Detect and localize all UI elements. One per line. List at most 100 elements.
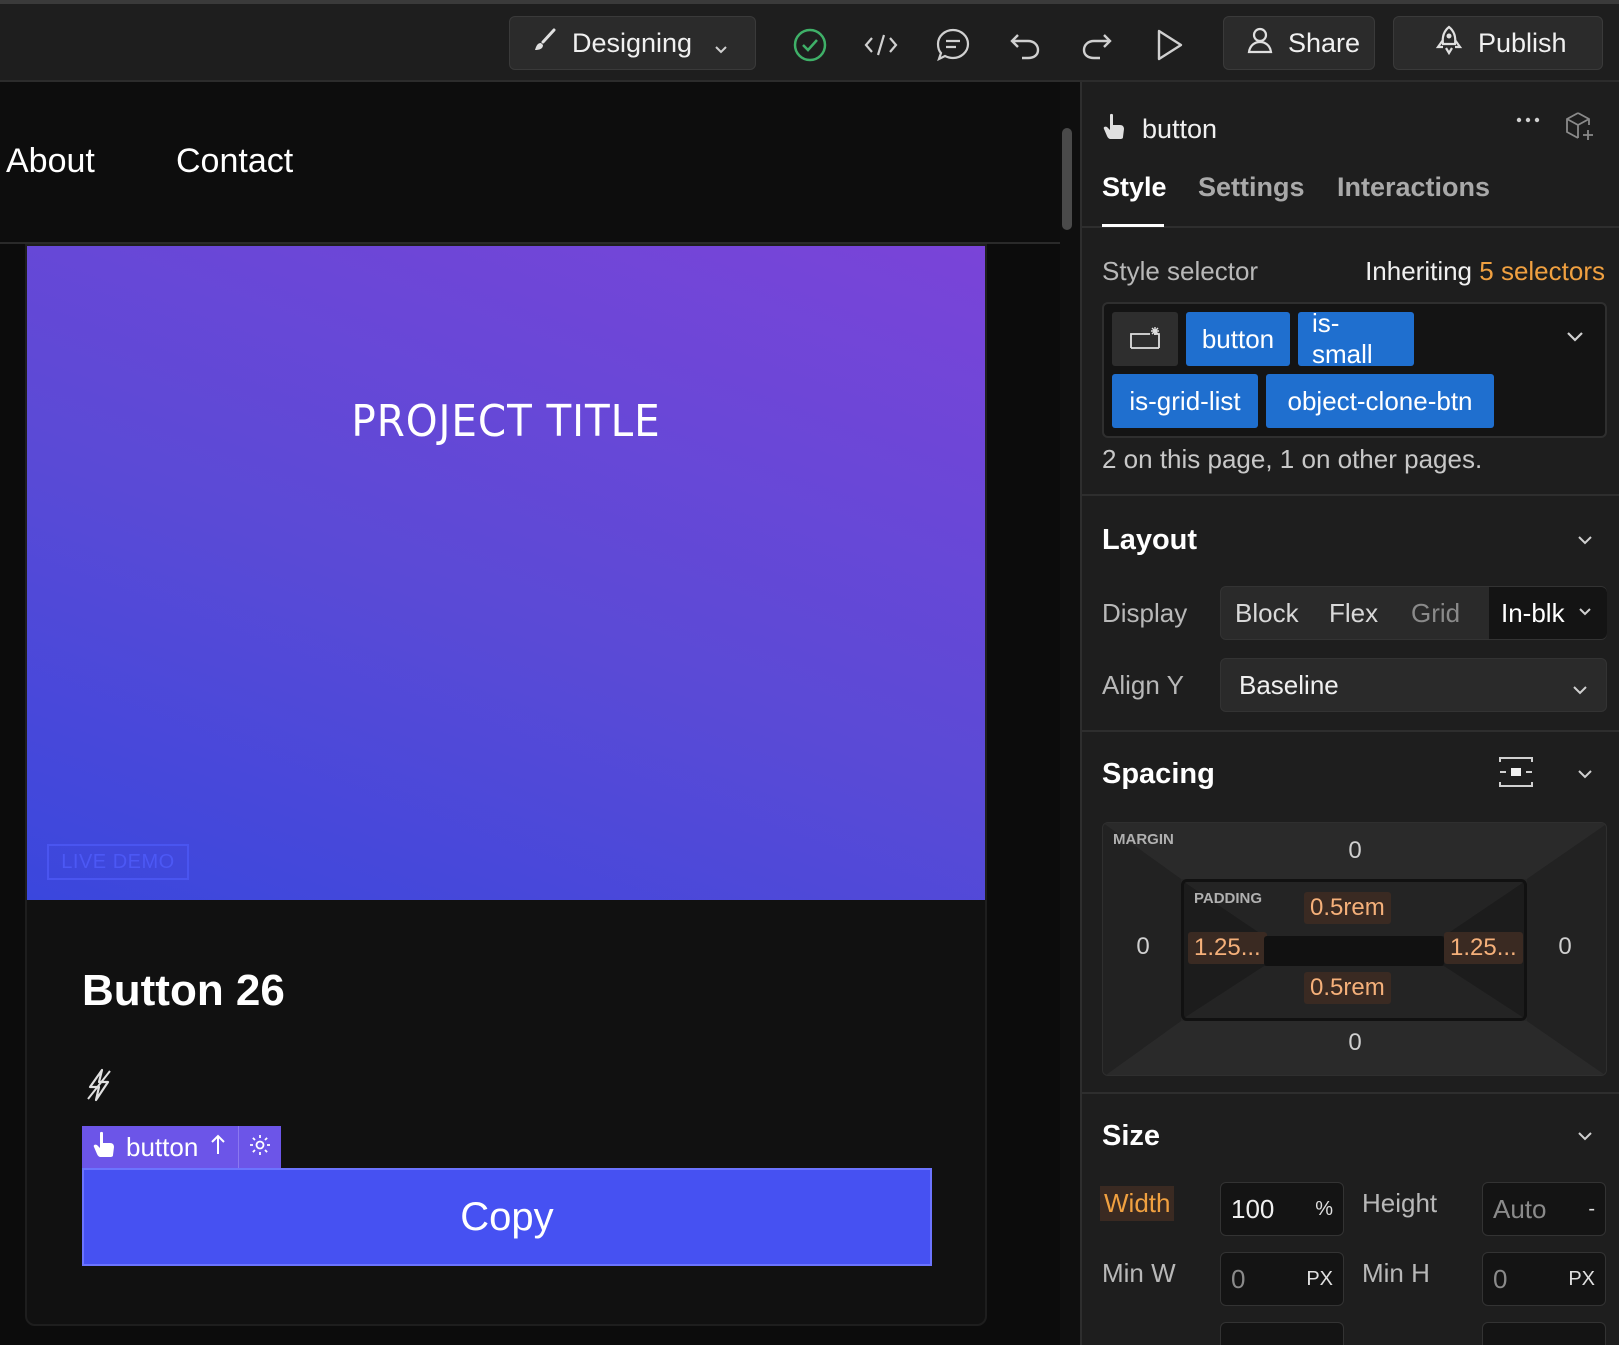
padding-box: PADDING 0.5rem 1.25... 1.25... 0.5rem [1181, 879, 1527, 1021]
selector-chip-button[interactable]: button [1186, 312, 1290, 366]
margin-left[interactable]: 0 [1121, 933, 1165, 961]
align-y-select[interactable]: Baseline [1220, 658, 1607, 712]
margin-bottom[interactable]: 0 [1333, 1029, 1377, 1057]
width-unit[interactable]: % [1315, 1198, 1333, 1221]
selector-chip-is-grid-list[interactable]: is-grid-list [1112, 374, 1258, 428]
share-button[interactable]: Share [1223, 16, 1375, 70]
tab-settings[interactable]: Settings [1198, 172, 1305, 203]
max-height-input-partial[interactable] [1482, 1322, 1606, 1345]
play-icon[interactable] [1150, 26, 1188, 64]
min-height-unit[interactable]: PX [1568, 1268, 1595, 1291]
inheriting-prefix: Inheriting [1365, 256, 1473, 286]
style-selector-box[interactable]: button is-small is-grid-list object-clon… [1102, 302, 1607, 438]
copy-button[interactable]: Copy [82, 1168, 932, 1266]
align-y-value: Baseline [1239, 670, 1339, 700]
spacing-section-title[interactable]: Spacing [1102, 758, 1215, 791]
selected-element-tag[interactable]: button [82, 1126, 282, 1168]
height-input[interactable]: Auto - [1482, 1182, 1606, 1236]
size-section-title[interactable]: Size [1102, 1120, 1160, 1153]
arrow-up-icon[interactable] [208, 1132, 228, 1163]
publish-label: Publish [1478, 27, 1567, 58]
content-box [1264, 936, 1444, 966]
height-unit[interactable]: - [1588, 1198, 1595, 1221]
share-label: Share [1288, 27, 1361, 58]
width-label[interactable]: Width [1100, 1186, 1175, 1221]
redo-icon[interactable] [1078, 26, 1116, 64]
chevron-down-icon[interactable] [1563, 324, 1587, 353]
panel-tabs: Style Settings Interactions [1082, 172, 1619, 228]
inheriting-info[interactable]: Inheriting 5 selectors [1365, 256, 1605, 287]
project-title: PROJECT TITLE [351, 396, 661, 447]
check-circle-icon[interactable] [791, 26, 829, 64]
nav-link-contact[interactable]: Contact [176, 142, 293, 181]
active-tab-indicator [1102, 224, 1164, 227]
spacing-mode-icon[interactable] [1498, 756, 1534, 793]
undo-icon[interactable] [1006, 26, 1044, 64]
tag-main: button [82, 1126, 238, 1168]
inheriting-count[interactable]: 5 selectors [1479, 256, 1605, 286]
min-width-value: 0 [1231, 1264, 1246, 1294]
site-nav: About Contact [0, 82, 1060, 244]
width-value: 100 [1231, 1194, 1275, 1224]
margin-right[interactable]: 0 [1543, 933, 1587, 961]
hero-image[interactable]: PROJECT TITLE LIVE DEMO [27, 246, 985, 900]
selector-chip-object-clone-btn[interactable]: object-clone-btn [1266, 374, 1494, 428]
height-label: Height [1362, 1188, 1438, 1218]
chevron-down-icon[interactable] [1575, 764, 1595, 789]
project-card[interactable]: PROJECT TITLE LIVE DEMO Button 26 button [25, 244, 987, 1326]
divider [1082, 494, 1619, 496]
more-options-icon[interactable] [1512, 108, 1544, 137]
padding-left[interactable]: 1.25... [1188, 932, 1267, 964]
display-option-flex[interactable]: Flex [1329, 598, 1378, 629]
chevron-down-icon[interactable] [1577, 604, 1593, 625]
comment-icon[interactable] [934, 26, 972, 64]
style-selector-label: Style selector [1102, 256, 1259, 286]
min-width-unit[interactable]: PX [1306, 1268, 1333, 1291]
display-label: Display [1102, 598, 1188, 628]
nav-link-about[interactable]: About [6, 142, 95, 181]
align-y-label: Align Y [1102, 670, 1184, 700]
publish-button[interactable]: Publish [1393, 16, 1603, 70]
min-width-input[interactable]: 0 PX [1220, 1252, 1344, 1306]
selector-state-icon[interactable] [1112, 312, 1178, 366]
live-demo-badge[interactable]: LIVE DEMO [47, 844, 189, 880]
pointer-hand-icon [92, 1130, 116, 1165]
margin-top[interactable]: 0 [1333, 837, 1377, 865]
tag-settings[interactable] [238, 1126, 281, 1168]
chevron-down-icon [1570, 676, 1590, 707]
max-width-input-partial[interactable] [1220, 1322, 1344, 1345]
selector-usage-note: 2 on this page, 1 on other pages. [1102, 444, 1483, 474]
chevron-down-icon[interactable] [1575, 1126, 1595, 1151]
component-add-icon[interactable] [1564, 110, 1596, 147]
padding-bottom[interactable]: 0.5rem [1304, 972, 1391, 1004]
display-option-block[interactable]: Block [1235, 598, 1299, 629]
design-canvas[interactable]: About Contact PROJECT TITLE LIVE DEMO Bu… [0, 82, 1060, 1345]
tab-interactions[interactable]: Interactions [1337, 172, 1490, 203]
pointer-hand-icon [1102, 112, 1126, 147]
divider [1082, 730, 1619, 732]
card-title: Button 26 [82, 966, 285, 1015]
chevron-down-icon[interactable] [1575, 530, 1595, 555]
tag-label: button [126, 1131, 199, 1162]
layout-section-title[interactable]: Layout [1102, 524, 1197, 557]
code-icon[interactable] [862, 26, 900, 64]
padding-right[interactable]: 1.25... [1444, 932, 1523, 964]
min-width-label: Min W [1102, 1258, 1176, 1288]
min-height-label: Min H [1362, 1258, 1430, 1288]
top-toolbar: Designing Share Publish [0, 0, 1619, 82]
mode-select[interactable]: Designing [509, 16, 756, 70]
canvas-scrollbar[interactable] [1062, 128, 1072, 230]
padding-top[interactable]: 0.5rem [1304, 892, 1391, 924]
selector-chip-is-small[interactable]: is-small [1298, 308, 1414, 369]
brush-icon [532, 27, 558, 60]
min-height-input[interactable]: 0 PX [1482, 1252, 1606, 1306]
display-option-in-blk[interactable]: In-blk [1501, 598, 1565, 629]
mode-label: Designing [572, 27, 693, 58]
width-input[interactable]: 100 % [1220, 1182, 1344, 1236]
chevron-down-icon [713, 34, 729, 65]
display-segmented-control: Block Flex Grid In-blk [1220, 586, 1607, 640]
user-icon [1246, 26, 1274, 61]
tab-style[interactable]: Style [1102, 172, 1167, 203]
style-panel: button Style Settings Interactions Style… [1080, 82, 1619, 1345]
display-option-grid[interactable]: Grid [1411, 598, 1460, 629]
